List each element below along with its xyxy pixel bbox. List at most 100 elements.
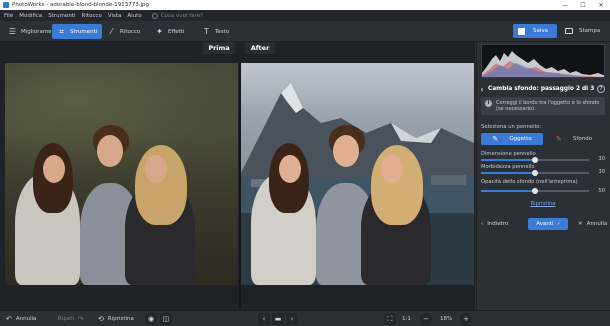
brush-object-button[interactable]: ✎ Oggetto xyxy=(481,133,543,145)
crop-icon: ⌗ xyxy=(59,26,64,36)
histogram-graph xyxy=(482,51,604,77)
hint-box: i Correggi il bordo tra l'oggetto e lo s… xyxy=(481,97,605,115)
after-label: After xyxy=(245,42,275,54)
face-right xyxy=(145,155,167,183)
slider-fill xyxy=(481,159,535,161)
zoom-out-icon: − xyxy=(420,313,432,325)
hint-text: Correggi il bordo tra l'oggetto e lo sfo… xyxy=(496,100,600,112)
eye-icon: ◉ xyxy=(145,313,157,325)
help-icon[interactable]: ? xyxy=(597,85,605,93)
minimize-icon[interactable]: — xyxy=(556,0,574,10)
zoom-ratio-label: 1:1 xyxy=(402,316,411,322)
brush-icon: ⁄ xyxy=(110,27,113,36)
search-placeholder: Cosa vuoi fare? xyxy=(160,12,204,19)
undo-button[interactable]: ↶ Annulla xyxy=(6,313,37,325)
prev-image-button[interactable]: ‹ xyxy=(258,313,270,325)
window-title: PhotoWorks - adorable-blond-blonde-19137… xyxy=(12,2,150,8)
back-arrow-icon[interactable]: ‹ xyxy=(476,85,488,94)
brush-plus-icon: ✎ xyxy=(492,134,499,143)
chevron-left-icon: ‹ xyxy=(258,313,270,325)
fit-screen-button[interactable]: ⛶ xyxy=(384,313,396,325)
chevron-left-icon: ‹ xyxy=(481,221,484,227)
preview-toggle[interactable]: ◉ xyxy=(145,313,157,325)
search-box[interactable]: Cosa vuoi fare? xyxy=(151,12,204,19)
face-right xyxy=(381,155,403,183)
close-icon: ✕ xyxy=(578,221,583,227)
menu-modifica[interactable]: Modifica xyxy=(19,13,42,19)
slider-knob[interactable] xyxy=(532,156,538,163)
brush-background-button[interactable]: ✎ Sfondo xyxy=(543,133,605,145)
wizard-navigation: ‹ Indietro Avanti › ✕ Annulla xyxy=(476,218,610,230)
redo-label: Ripeti xyxy=(58,316,74,322)
slider-value: 30 xyxy=(598,156,605,162)
slider-fill xyxy=(481,172,535,174)
restore-label: Ripristina xyxy=(107,316,134,322)
zoom-in-button[interactable]: + xyxy=(460,313,472,325)
back-button[interactable]: ‹ Indietro xyxy=(476,221,516,227)
print-label: Stampa xyxy=(579,28,601,34)
panel-title: Cambia sfondo: passaggio 2 di 3 xyxy=(488,86,595,92)
tab-effetti[interactable]: ✦ Effetti xyxy=(150,24,190,39)
face-left xyxy=(279,155,301,183)
menu-ritocco[interactable]: Ritocco xyxy=(82,13,102,19)
opacity-slider[interactable]: Opacità dello sfondo (nell'anteprima) 50 xyxy=(481,179,605,194)
close-icon[interactable]: ✕ xyxy=(592,0,610,10)
menu-vista[interactable]: Vista xyxy=(108,13,122,19)
printer-icon xyxy=(565,28,573,34)
menu-aiuto[interactable]: Aiuto xyxy=(127,13,141,19)
histogram xyxy=(481,44,605,78)
tab-strumenti[interactable]: ⌗ Strumenti xyxy=(52,24,103,39)
slider-label: Morbidezza pennello xyxy=(481,164,535,170)
zoom-out-button[interactable]: − xyxy=(420,313,432,325)
cancel-button[interactable]: ✕ Annulla xyxy=(578,221,607,227)
zoom-value: 18% xyxy=(440,313,452,325)
app-window: PhotoWorks - adorable-blond-blonde-19137… xyxy=(0,0,610,326)
bottom-bar: ↶ Annulla Ripeti ↷ ⟲ Ripristina ◉ ◫ ‹ ▬ … xyxy=(0,310,610,326)
next-button[interactable]: Avanti › xyxy=(528,218,568,230)
wand-icon: ✦ xyxy=(156,27,163,36)
slider-knob[interactable] xyxy=(532,169,538,176)
before-label: Prima xyxy=(203,42,235,54)
face-center xyxy=(97,135,123,167)
next-image-button[interactable]: › xyxy=(286,313,298,325)
chevron-right-icon: › xyxy=(286,313,298,325)
brush-selector: ✎ Oggetto ✎ Sfondo xyxy=(481,133,605,145)
chevron-right-icon: › xyxy=(557,221,560,227)
split-view-icon: ◫ xyxy=(160,313,172,325)
save-label: Salva xyxy=(533,28,549,34)
restore-icon: ⟲ xyxy=(98,315,104,323)
tab-label: Testo xyxy=(215,28,230,35)
brush-softness-slider[interactable]: Morbidezza pennello 30 xyxy=(481,164,605,176)
tab-label: Strumenti xyxy=(70,28,98,35)
menu-file[interactable]: File xyxy=(4,13,13,19)
cancel-label: Annulla xyxy=(586,221,608,227)
open-folder-button[interactable]: ▬ xyxy=(272,313,284,325)
slider-knob[interactable] xyxy=(532,187,538,194)
folder-icon: ▬ xyxy=(272,313,284,325)
brush-size-slider[interactable]: Dimensione pennello 30 xyxy=(481,151,605,163)
print-button[interactable]: Stampa xyxy=(562,24,606,38)
tab-testo[interactable]: T Testo xyxy=(197,24,234,39)
zoom-1to1-button[interactable]: 1:1 xyxy=(402,313,411,325)
menu-strumenti[interactable]: Strumenti xyxy=(48,13,75,19)
save-button[interactable]: Salva xyxy=(513,24,557,38)
menu-bar: File Modifica Strumenti Ritocco Vista Ai… xyxy=(0,10,610,21)
zoom-in-icon: + xyxy=(460,313,472,325)
sliders-icon: ☰ xyxy=(8,27,17,36)
maximize-icon[interactable]: ☐ xyxy=(574,0,592,10)
after-photo[interactable] xyxy=(241,63,474,285)
compare-toggle[interactable]: ◫ xyxy=(160,313,172,325)
search-icon xyxy=(151,12,158,19)
slider-value: 30 xyxy=(598,169,605,175)
slider-label: Opacità dello sfondo (nell'anteprima) xyxy=(481,179,578,185)
next-label: Avanti xyxy=(536,221,554,227)
brush-background-label: Sfondo xyxy=(572,136,593,142)
redo-button[interactable]: Ripeti ↷ xyxy=(58,313,88,325)
restore-button[interactable]: ⟲ Ripristina xyxy=(98,313,134,325)
tab-label: Ritocco xyxy=(120,28,141,35)
brush-section-title: Seleziona un pennello: xyxy=(481,124,542,130)
tab-ritocco[interactable]: ⁄ Ritocco xyxy=(102,24,145,39)
before-photo[interactable] xyxy=(5,63,238,285)
reset-link[interactable]: Ripristina xyxy=(476,201,610,207)
redo-icon: ↷ xyxy=(77,315,84,323)
